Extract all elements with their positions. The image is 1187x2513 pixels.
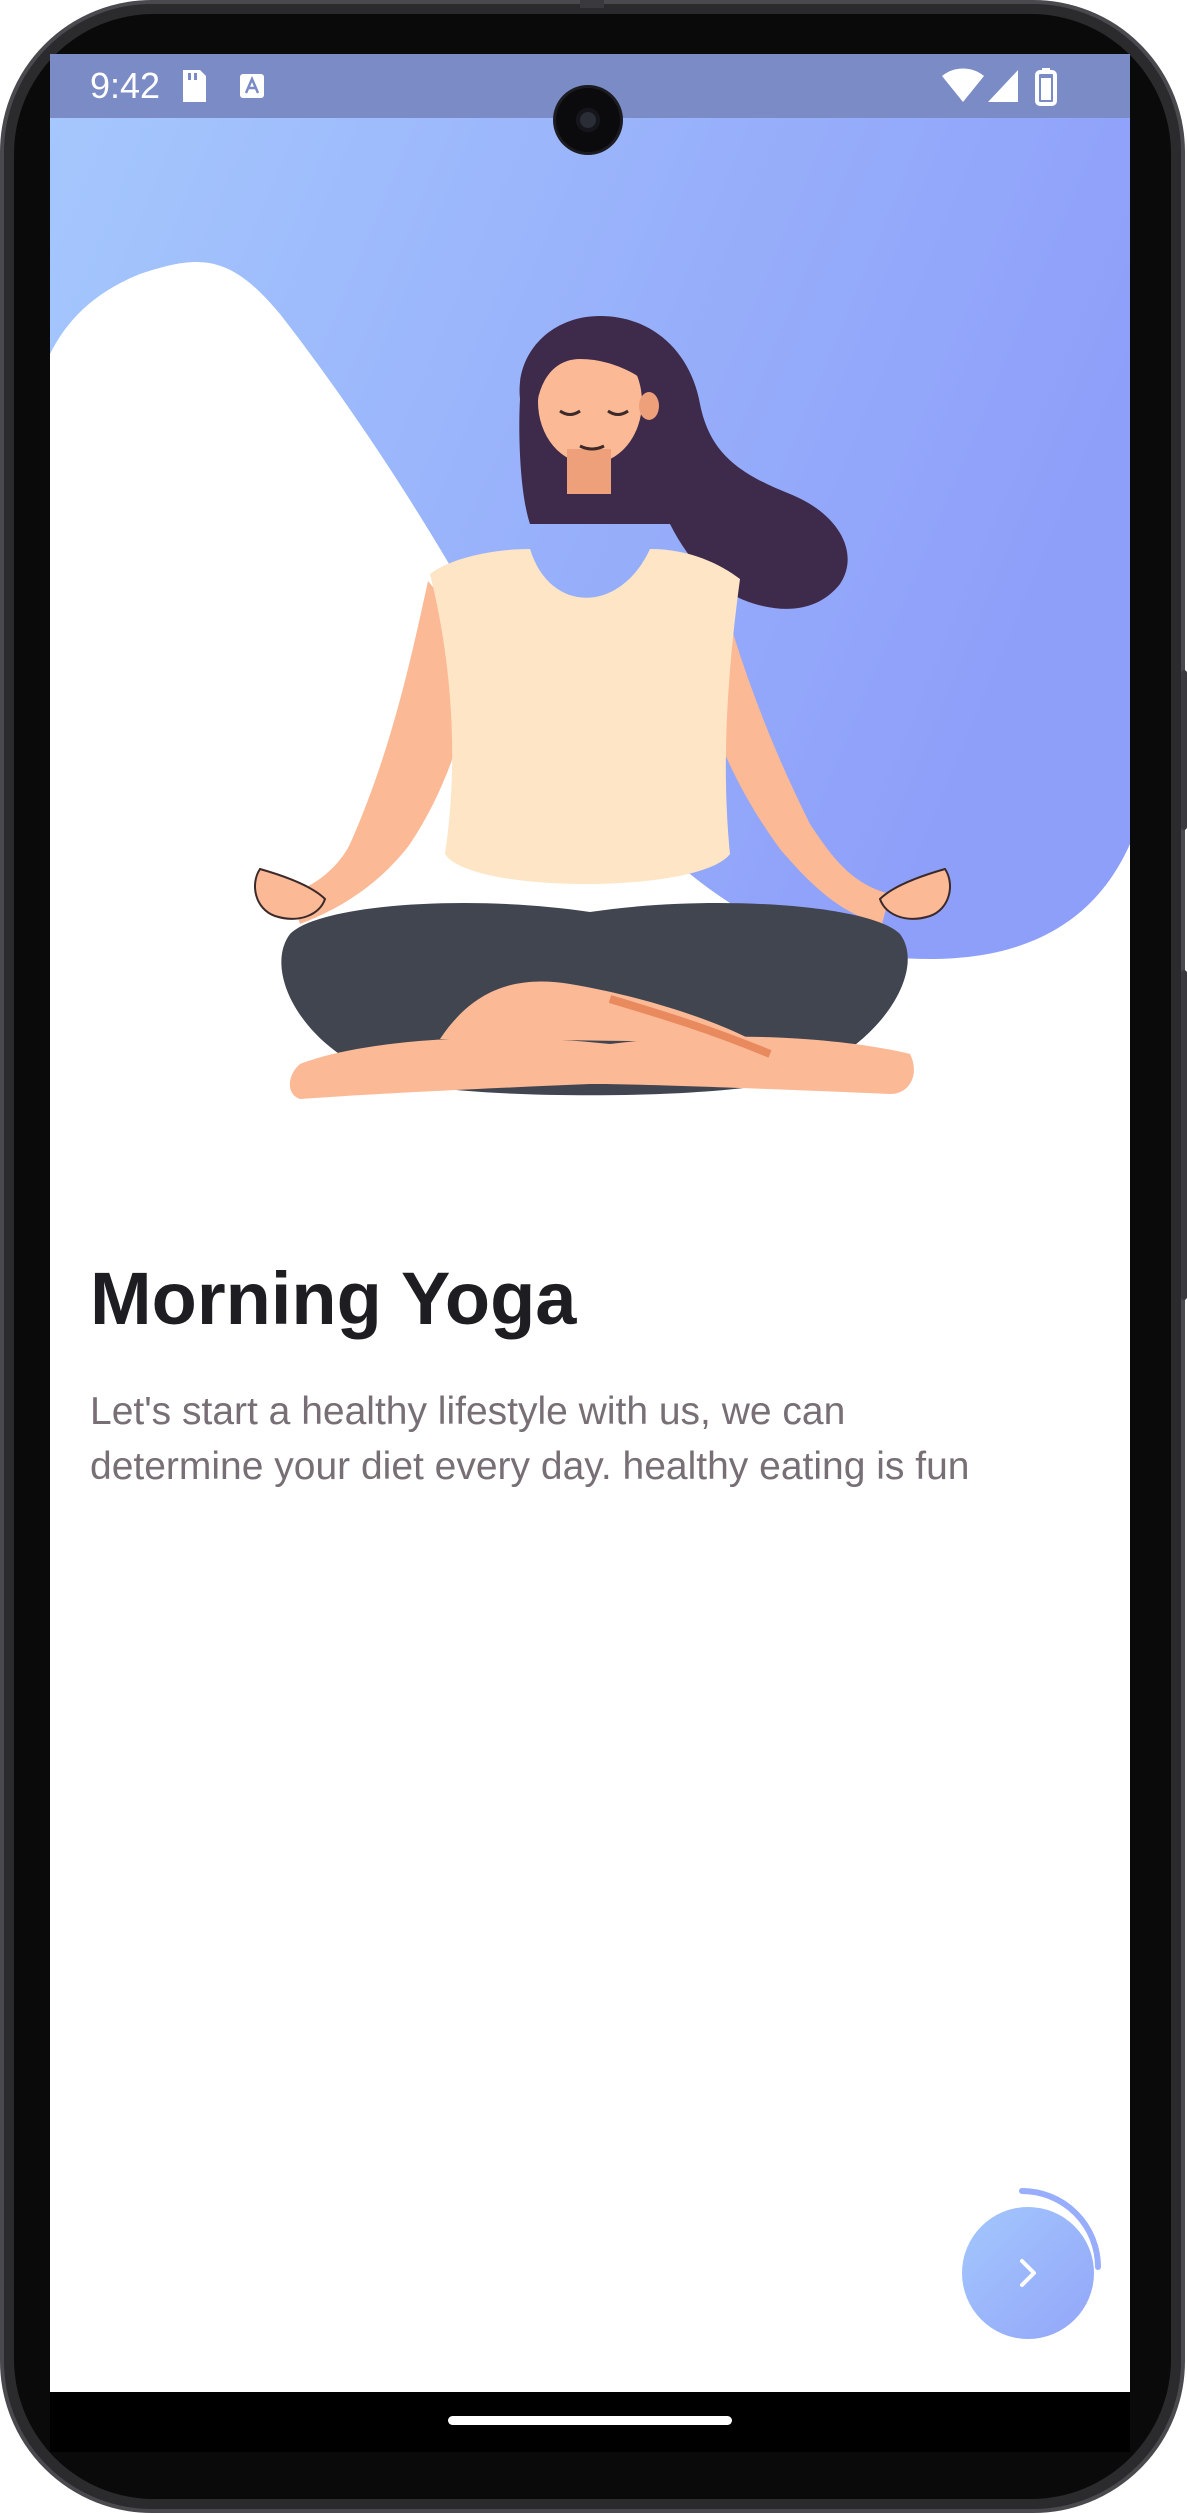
chevron-right-icon — [1020, 2259, 1036, 2287]
battery-icon — [1035, 68, 1057, 106]
wifi-icon — [942, 68, 984, 102]
next-button-container — [937, 2182, 1107, 2352]
home-indicator[interactable] — [448, 2416, 732, 2425]
sd-card-icon — [183, 70, 206, 102]
front-camera — [556, 88, 620, 152]
phone-device: 9:42 Morning Yoga Let's start a healthy … — [0, 0, 1187, 2513]
next-button[interactable] — [962, 2207, 1094, 2339]
camera-lens — [576, 108, 600, 132]
keyboard-a-icon — [240, 74, 264, 98]
status-time: 9:42 — [90, 65, 161, 106]
app-screen: 9:42 Morning Yoga Let's start a healthy … — [50, 54, 1130, 2392]
status-right-icons — [942, 68, 1057, 106]
hero-illustration — [50, 54, 1130, 1099]
onboarding-description: Let's start a healthy lifestyle with us,… — [90, 1390, 970, 1488]
status-left-icons — [183, 70, 264, 102]
cell-signal-icon — [988, 70, 1018, 102]
onboarding-title: Morning Yoga — [90, 1257, 577, 1340]
